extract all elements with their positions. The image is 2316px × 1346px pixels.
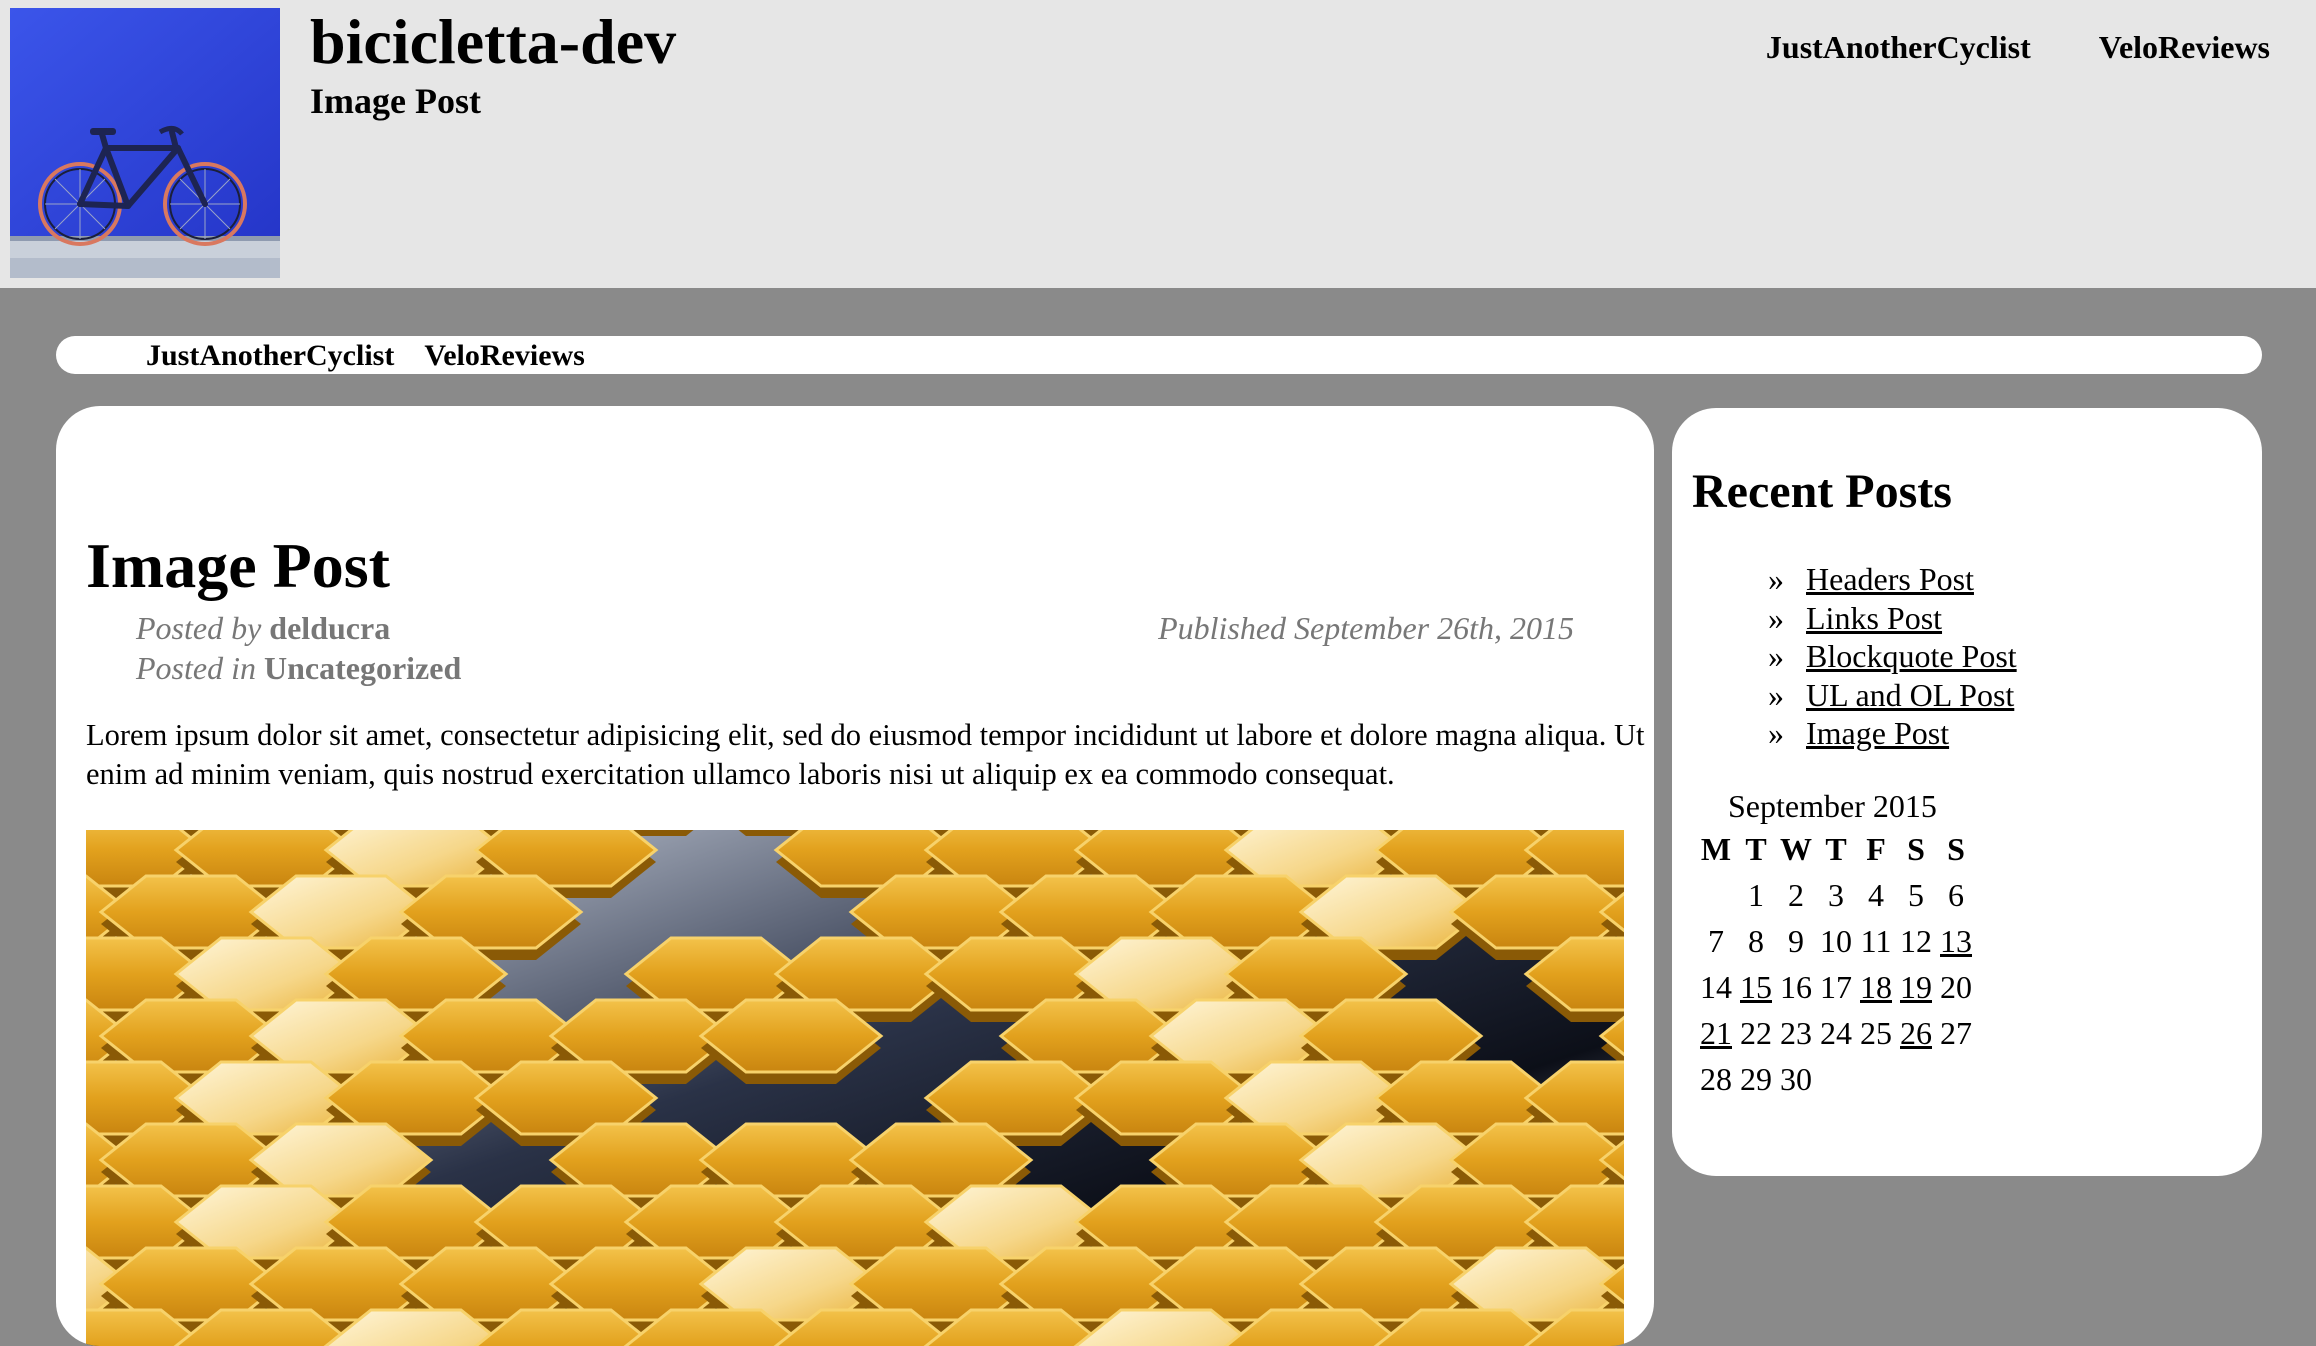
calendar-day: 9 bbox=[1788, 923, 1804, 959]
calendar-day-link[interactable]: 15 bbox=[1740, 969, 1772, 1005]
calendar-day-cell: 19 bbox=[1896, 964, 1936, 1010]
recent-post-link[interactable]: Links Post bbox=[1806, 600, 1942, 636]
calendar-day: 11 bbox=[1860, 923, 1892, 959]
calendar-day: 27 bbox=[1940, 1015, 1972, 1051]
calendar-empty-cell bbox=[1856, 1056, 1896, 1102]
calendar-weekday: S bbox=[1947, 831, 1965, 867]
calendar-day-cell: 26 bbox=[1896, 1010, 1936, 1056]
calendar-day-link[interactable]: 21 bbox=[1700, 1015, 1732, 1051]
calendar-day: 3 bbox=[1828, 877, 1844, 913]
calendar-day: 12 bbox=[1900, 923, 1932, 959]
bullet-icon: » bbox=[1768, 638, 1784, 674]
calendar-week-row: 123456 bbox=[1696, 872, 1976, 918]
recent-posts-list: » Headers Post » Links Post » Blockquote Po… bbox=[1768, 560, 2017, 753]
post-author-meta: Posted by delducra bbox=[136, 608, 390, 648]
calendar-day: 5 bbox=[1908, 877, 1924, 913]
calendar-day: 10 bbox=[1820, 923, 1852, 959]
calendar-week-row: 7 8 9 10 11 12 13 bbox=[1696, 918, 1976, 964]
site-subtitle: Image Post bbox=[310, 81, 481, 121]
calendar-day: 30 bbox=[1780, 1061, 1812, 1097]
list-item: » Headers Post bbox=[1768, 560, 2017, 599]
calendar-day: 14 bbox=[1700, 969, 1732, 1005]
calendar-day: 24 bbox=[1820, 1015, 1852, 1051]
calendar-empty-cell bbox=[1936, 1056, 1976, 1102]
calendar-weekday: F bbox=[1866, 831, 1886, 867]
header-nav: JustAnotherCyclist VeloReviews bbox=[1766, 24, 2270, 70]
site-logo-bicycle-image[interactable] bbox=[10, 8, 280, 278]
calendar-empty-cell bbox=[1696, 872, 1736, 918]
calendar-weekday: T bbox=[1745, 831, 1767, 867]
recent-post-link[interactable]: Headers Post bbox=[1806, 561, 1974, 597]
calendar-day: 1 bbox=[1748, 877, 1764, 913]
post-author-link[interactable]: delducra bbox=[269, 610, 390, 646]
calendar-day-cell: 15 bbox=[1736, 964, 1776, 1010]
calendar-day-link[interactable]: 13 bbox=[1940, 923, 1972, 959]
post-body: Lorem ipsum dolor sit amet, consectetur … bbox=[86, 718, 1645, 791]
calendar-table: MTWTFSS 1 2 3 4 5 6 7 8 9 10 11 12 13 14 15 16 17 18 19 20 2… bbox=[1696, 826, 1976, 1102]
bullet-icon: » bbox=[1768, 599, 1784, 636]
calendar-day: 25 bbox=[1860, 1015, 1892, 1051]
recent-post-link[interactable]: Image Post bbox=[1806, 715, 1949, 751]
recent-post-link[interactable]: UL and OL Post bbox=[1806, 677, 2014, 713]
calendar-caption: September 2015 bbox=[1728, 788, 1937, 824]
calendar-week-row: 28 29 30 bbox=[1696, 1056, 1976, 1102]
nav-bar-link-justanothercyclist[interactable]: JustAnotherCyclist bbox=[146, 336, 394, 376]
calendar-day: 16 bbox=[1780, 969, 1812, 1005]
calendar-day: 2 bbox=[1788, 877, 1804, 913]
nav-bar: JustAnotherCyclist VeloReviews bbox=[56, 336, 2262, 374]
list-item: » Links Post bbox=[1768, 599, 2017, 638]
site-title[interactable]: bicicletta-dev bbox=[310, 2, 676, 82]
calendar-day: 29 bbox=[1740, 1061, 1772, 1097]
calendar-day-link[interactable]: 18 bbox=[1860, 969, 1892, 1005]
post-category-meta: Posted in Uncategorized bbox=[136, 648, 461, 688]
header-nav-link-justanothercyclist[interactable]: JustAnotherCyclist bbox=[1766, 24, 2031, 70]
calendar-weekday: T bbox=[1825, 831, 1847, 867]
calendar-day-link[interactable]: 26 bbox=[1900, 1015, 1932, 1051]
calendar-day-cell: 21 bbox=[1696, 1010, 1736, 1056]
calendar-weekday: M bbox=[1700, 831, 1732, 867]
calendar-day: 8 bbox=[1748, 923, 1764, 959]
calendar-day: 23 bbox=[1780, 1015, 1812, 1051]
list-item: » Image Post bbox=[1768, 714, 2017, 753]
calendar-empty-cell bbox=[1816, 1056, 1856, 1102]
post-title[interactable]: Image Post bbox=[86, 526, 390, 606]
post-published-date: Published September 26th, 2015 bbox=[1158, 610, 1574, 646]
bullet-icon: » bbox=[1768, 676, 1784, 713]
bullet-icon: » bbox=[1768, 715, 1784, 751]
recent-post-link[interactable]: Blockquote Post bbox=[1806, 638, 2017, 674]
calendar-day: 28 bbox=[1700, 1061, 1732, 1097]
header-nav-link-veloreviews[interactable]: VeloReviews bbox=[2099, 24, 2270, 70]
calendar-day-cell: 13 bbox=[1936, 918, 1976, 964]
calendar-empty-cell bbox=[1896, 1056, 1936, 1102]
posted-by-label: Posted by bbox=[136, 610, 262, 646]
sidebar: Recent Posts » Headers Post » Links Post »… bbox=[1672, 408, 2262, 1176]
calendar-day: 7 bbox=[1708, 923, 1724, 959]
calendar-body: 1 2 3 4 5 6 7 8 9 10 11 12 13 14 15 16 17 18 19 20 21 22 23 24 2… bbox=[1696, 872, 1976, 1102]
list-item: » Blockquote Post bbox=[1768, 637, 2017, 676]
calendar-week-row: 14 15 16 17 18 19 20 bbox=[1696, 964, 1976, 1010]
nav-bar-items: JustAnotherCyclist VeloReviews bbox=[146, 336, 585, 376]
calendar-weekday: W bbox=[1780, 831, 1812, 867]
site-header: bicicletta-dev Image Post JustAnotherCyc… bbox=[0, 0, 2316, 288]
posted-in-label: Posted in bbox=[136, 650, 256, 686]
post-category-link[interactable]: Uncategorized bbox=[264, 650, 461, 686]
calendar-day: 20 bbox=[1940, 969, 1972, 1005]
calendar-week-row: 21 22 23 24 25 26 27 bbox=[1696, 1010, 1976, 1056]
calendar-day: 6 bbox=[1948, 877, 1964, 913]
post-card: Image Post Posted by delducra Posted in … bbox=[56, 406, 1654, 1346]
calendar-day: 17 bbox=[1820, 969, 1852, 1005]
recent-posts-heading: Recent Posts bbox=[1692, 465, 1952, 518]
calendar-day: 4 bbox=[1868, 877, 1884, 913]
calendar-day: 22 bbox=[1740, 1015, 1772, 1051]
calendar-weekday-row: MTWTFSS bbox=[1696, 826, 1976, 872]
calendar-weekday: S bbox=[1907, 831, 1925, 867]
nav-bar-link-veloreviews[interactable]: VeloReviews bbox=[424, 336, 585, 376]
calendar-day-cell: 18 bbox=[1856, 964, 1896, 1010]
bullet-icon: » bbox=[1768, 561, 1784, 597]
list-item: » UL and OL Post bbox=[1768, 676, 2017, 715]
post-image-hexagons bbox=[86, 830, 1624, 1346]
calendar-day-link[interactable]: 19 bbox=[1900, 969, 1932, 1005]
